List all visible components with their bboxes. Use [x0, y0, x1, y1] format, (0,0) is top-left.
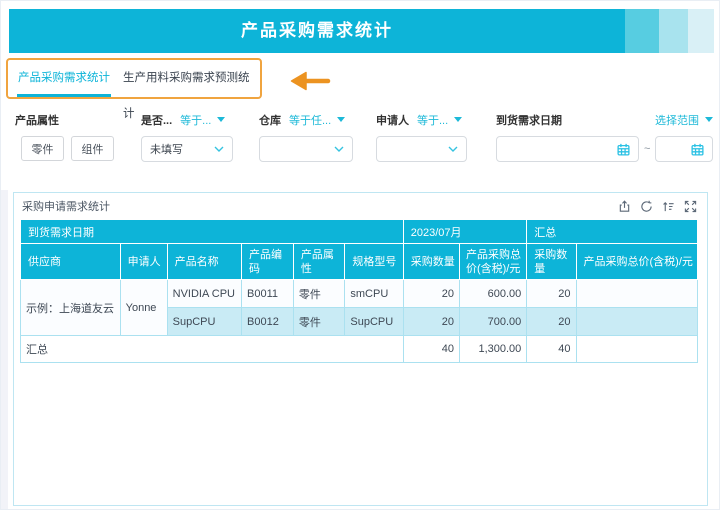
triangle-down-icon[interactable]: [454, 117, 462, 122]
filter-warehouse-operator[interactable]: 等于任...: [289, 112, 331, 128]
cell-spec: smCPU: [345, 280, 403, 308]
cell-qty-month: 20: [403, 308, 459, 336]
col-product-code: 产品编码: [242, 244, 294, 280]
filter-applicant-label: 申请人: [376, 112, 409, 128]
table-scroll-area[interactable]: 到货需求日期 2023/07月 汇总 供应商 申请人 产品名称 产品编码 产品属…: [20, 219, 698, 363]
summary-total-sum: [576, 336, 697, 363]
filter-warehouse-label: 仓库: [259, 112, 281, 128]
applicant-select[interactable]: [376, 136, 467, 162]
column-header-row: 供应商 申请人 产品名称 产品编码 产品属性 规格型号 采购数量 产品采购总价(…: [21, 244, 698, 280]
fullscreen-icon[interactable]: [684, 200, 697, 213]
col-qty-month: 采购数量: [403, 244, 459, 280]
cell-supplier: 示例：上海道友云: [21, 280, 121, 336]
is-field-select[interactable]: 未填写: [141, 136, 233, 162]
filter-is-field: 是否... 等于... 未填写: [141, 111, 233, 162]
summary-total-month: 1,300.00: [459, 336, 526, 363]
range-separator: ~: [644, 143, 650, 155]
tab-product-purchase-stats[interactable]: 产品采购需求统计: [17, 60, 111, 97]
export-icon[interactable]: [618, 200, 631, 213]
product-attr-option-part-button[interactable]: 零件: [21, 136, 64, 161]
warehouse-select[interactable]: [259, 136, 353, 162]
col-applicant: 申请人: [120, 244, 167, 280]
cell-spec: SupCPU: [345, 308, 403, 336]
filter-arrival-date-label: 到货需求日期: [496, 112, 562, 128]
calendar-icon: [691, 143, 704, 156]
group-header-total: 汇总: [527, 220, 698, 244]
col-qty-sum: 采购数量: [527, 244, 576, 280]
product-attr-option-assembly-button[interactable]: 组件: [71, 136, 114, 161]
titlebar-stripe: [659, 9, 688, 53]
titlebar-stripe: [688, 9, 714, 53]
cell-product-name: SupCPU: [167, 308, 241, 336]
column-settings-icon[interactable]: [662, 200, 675, 213]
filter-warehouse: 仓库 等于任...: [259, 111, 353, 162]
group-header-arrival-date: 到货需求日期: [21, 220, 404, 244]
cell-total-sum: [576, 308, 697, 336]
filter-applicant-operator[interactable]: 等于...: [417, 112, 448, 128]
table-panel: 采购申请需求统计: [13, 192, 708, 506]
select-range-link[interactable]: 选择范围: [655, 112, 713, 128]
table-row: 示例：上海道友云 Yonne NVIDIA CPU B0011 零件 smCPU…: [21, 280, 698, 308]
chevron-down-icon: [448, 146, 458, 152]
col-product-name: 产品名称: [167, 244, 241, 280]
triangle-down-icon: [705, 117, 713, 122]
col-spec: 规格型号: [345, 244, 403, 280]
date-start-input[interactable]: [496, 136, 639, 162]
cell-qty-month: 20: [403, 280, 459, 308]
cell-total-month: 600.00: [459, 280, 526, 308]
left-arrow-icon: [278, 66, 334, 101]
app-title-bar: 产品采购需求统计: [9, 9, 625, 53]
cell-total-month: 700.00: [459, 308, 526, 336]
tab-production-material-forecast[interactable]: 生产用料采购需求预测统计: [123, 60, 260, 94]
summary-label: 汇总: [21, 336, 404, 363]
cell-qty-sum: 20: [527, 280, 576, 308]
panel-title: 采购申请需求统计: [22, 198, 110, 214]
triangle-down-icon[interactable]: [337, 117, 345, 122]
cell-qty-sum: 20: [527, 308, 576, 336]
filter-is-field-label: 是否...: [141, 112, 172, 128]
group-header-month: 2023/07月: [403, 220, 527, 244]
cell-applicant: Yonne: [120, 280, 167, 336]
filter-applicant: 申请人 等于...: [376, 111, 467, 162]
filter-arrival-date: 到货需求日期 选择范围 ~: [496, 111, 713, 162]
filter-is-field-operator[interactable]: 等于...: [180, 112, 211, 128]
col-total-month: 产品采购总价(含税)/元: [459, 244, 526, 280]
calendar-icon: [617, 143, 630, 156]
cell-product-attr: 零件: [293, 308, 344, 336]
refresh-icon[interactable]: [640, 200, 653, 213]
cell-product-code: B0011: [242, 280, 294, 308]
filter-product-attr-label: 产品属性: [15, 112, 59, 128]
triangle-down-icon[interactable]: [217, 117, 225, 122]
chevron-down-icon: [334, 146, 344, 152]
is-field-select-value: 未填写: [150, 141, 183, 157]
summary-row: 汇总 40 1,300.00 40: [21, 336, 698, 363]
page: 产品采购需求统计 产品采购需求统计 生产用料采购需求预测统计 产品属性 零件 组…: [0, 0, 720, 510]
cell-product-attr: 零件: [293, 280, 344, 308]
col-product-attr: 产品属性: [293, 244, 344, 280]
summary-qty-sum: 40: [527, 336, 576, 363]
cell-product-code: B0012: [242, 308, 294, 336]
group-header-row: 到货需求日期 2023/07月 汇总: [21, 220, 698, 244]
panel-toolbar: [618, 200, 697, 213]
page-title: 产品采购需求统计: [9, 9, 625, 53]
summary-qty-month: 40: [403, 336, 459, 363]
titlebar-stripe: [625, 9, 659, 53]
left-scrollbar-track: [1, 190, 8, 509]
tabs-annotation-box: 产品采购需求统计 生产用料采购需求预测统计: [6, 58, 262, 99]
chevron-down-icon: [214, 146, 224, 152]
cell-product-name: NVIDIA CPU: [167, 280, 241, 308]
col-supplier: 供应商: [21, 244, 121, 280]
purchase-demand-table: 到货需求日期 2023/07月 汇总 供应商 申请人 产品名称 产品编码 产品属…: [20, 219, 698, 363]
col-total-sum: 产品采购总价(含税)/元: [576, 244, 697, 280]
filter-product-attr: 产品属性 零件 组件: [15, 111, 127, 161]
date-end-input[interactable]: [655, 136, 713, 162]
cell-total-sum: [576, 280, 697, 308]
